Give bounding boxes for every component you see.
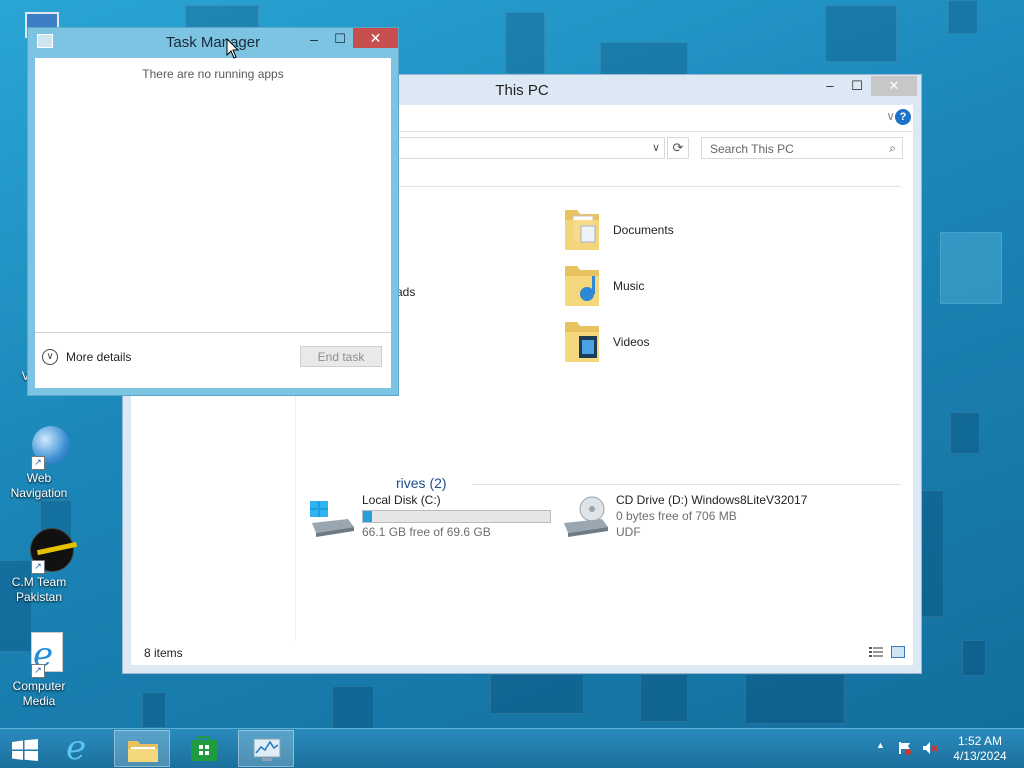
bg-square (600, 42, 688, 78)
shortcut-arrow-icon: ↗ (31, 456, 45, 470)
desktop-icon-computer-media[interactable]: e ↗ Computer Media (2, 632, 76, 709)
maximize-button[interactable]: ☐ (330, 29, 350, 49)
search-icon: ⌕ (889, 141, 896, 155)
bg-square (490, 674, 584, 714)
chevron-down-icon: ∨ (42, 349, 58, 365)
folder-label: Music (613, 279, 645, 293)
section-title-devices: rives (2) (396, 475, 447, 491)
mouse-cursor-icon (226, 38, 240, 59)
show-hidden-icons-button[interactable]: ▲ (876, 740, 885, 750)
large-icons-view-icon[interactable] (891, 646, 905, 658)
bg-square (142, 692, 166, 728)
drive-name: CD Drive (D:) Windows8LiteV32017 (616, 493, 808, 507)
taskbar: e ▲ 1:52 AM 4/13/2024 (0, 728, 1024, 768)
desktop-icon-label: C.M Team Pakistan (11, 575, 67, 604)
windows-logo-icon (12, 739, 38, 761)
task-manager-footer: ∨ More details End task (35, 332, 391, 388)
bg-square (920, 490, 944, 617)
task-manager-icon (253, 738, 281, 761)
close-button[interactable]: ✕ (353, 28, 398, 48)
drive-filesystem: UDF (616, 525, 641, 539)
no-apps-message: There are no running apps (142, 67, 284, 81)
address-bar[interactable]: ∨ (391, 137, 665, 159)
drive-name: Local Disk (C:) (362, 493, 441, 507)
help-icon[interactable]: ? (895, 109, 911, 125)
start-button[interactable] (0, 730, 50, 767)
search-placeholder: Search This PC (710, 142, 794, 156)
internet-explorer-icon: e ↗ (17, 632, 63, 678)
music-folder-icon (565, 266, 599, 306)
more-details-label: More details (66, 350, 132, 364)
bg-square (745, 674, 845, 724)
section-divider (472, 484, 901, 485)
shortcut-arrow-icon: ↗ (31, 664, 45, 678)
chevron-down-icon[interactable]: ∨ (652, 141, 660, 154)
close-button[interactable]: ✕ (871, 76, 917, 96)
store-icon (191, 736, 217, 761)
globe-icon: ↗ (17, 424, 70, 470)
taskbar-file-explorer[interactable] (114, 730, 170, 767)
bg-square (940, 232, 1002, 304)
clock-date: 4/13/2024 (953, 749, 1007, 763)
taskbar-internet-explorer[interactable]: e (54, 730, 110, 767)
chevron-down-icon[interactable]: ∨ (886, 109, 895, 123)
bg-square (640, 674, 688, 722)
bg-square (825, 5, 897, 62)
task-manager-body: There are no running apps ∨ More details… (35, 58, 391, 388)
bg-square (962, 640, 986, 676)
shortcut-arrow-icon: ↗ (31, 560, 45, 574)
taskbar-store[interactable] (176, 730, 232, 767)
desktop-icon-label: Web Navigation (10, 471, 68, 500)
folder-label: Documents (613, 223, 674, 237)
volume-muted-icon[interactable] (922, 741, 938, 755)
desktop-icon-web-navigation[interactable]: ↗ Web Navigation (2, 424, 76, 501)
drive-free-space: 0 bytes free of 706 MB (616, 509, 737, 523)
clock-time: 1:52 AM (957, 734, 1003, 748)
action-center-flag-icon[interactable] (898, 741, 912, 755)
bg-square (332, 686, 374, 728)
refresh-button[interactable]: ⟳ (667, 137, 689, 159)
file-explorer-icon (128, 741, 158, 762)
bg-square (948, 0, 978, 34)
details-view-icon[interactable] (869, 646, 883, 658)
taskbar-task-manager[interactable] (238, 730, 294, 767)
minimize-button[interactable]: – (304, 29, 324, 49)
item-count: 8 items (144, 646, 183, 660)
documents-folder-icon (565, 210, 599, 250)
maximize-button[interactable]: ☐ (843, 76, 871, 96)
cm-team-icon: ↗ (17, 528, 78, 574)
drive-free-space: 66.1 GB free of 69.6 GB (362, 525, 491, 539)
hard-drive-icon (310, 501, 354, 537)
videos-folder-icon (565, 322, 599, 362)
search-input[interactable]: Search This PC ⌕ (701, 137, 903, 159)
drive-d[interactable]: CD Drive (D:) Windows8LiteV32017 0 bytes… (562, 493, 822, 543)
end-task-button[interactable]: End task (300, 346, 382, 367)
task-manager-window[interactable]: Task Manager – ☐ ✕ There are no running … (27, 27, 399, 396)
minimize-button[interactable]: – (816, 76, 844, 96)
cd-drive-icon (564, 496, 608, 537)
bg-square (505, 12, 545, 74)
folder-label: Videos (613, 335, 650, 349)
bg-square (950, 412, 980, 454)
more-details-button[interactable]: ∨ More details (42, 347, 131, 367)
desktop-icon-label: Computer Media (12, 679, 66, 708)
drive-usage-fill (363, 511, 373, 522)
desktop-icon-cm-team[interactable]: ↗ C.M Team Pakistan (2, 528, 78, 605)
drive-c[interactable]: Local Disk (C:) 66.1 GB free of 69.6 GB (308, 493, 551, 543)
system-clock[interactable]: 1:52 AM 4/13/2024 (946, 734, 1014, 764)
drive-usage-bar (362, 510, 551, 523)
status-bar: 8 items (131, 641, 913, 665)
internet-explorer-icon: e (66, 728, 87, 768)
